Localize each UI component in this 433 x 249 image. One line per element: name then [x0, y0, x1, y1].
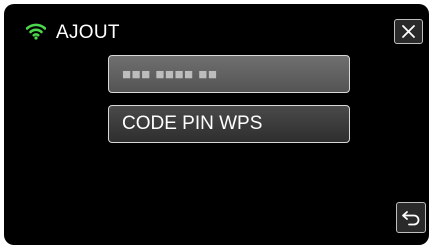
return-icon [402, 210, 420, 225]
masked-label: ■■■ ■■■■ ■■ [122, 65, 218, 83]
wifi-icon [26, 23, 46, 40]
camera-screen: AJOUT ■■■ ■■■■ ■■ CODE PIN WPS [4, 4, 429, 245]
close-button[interactable] [394, 19, 423, 44]
page-title: AJOUT [56, 22, 120, 43]
close-icon [402, 25, 415, 38]
list-item-masked-name[interactable]: ■■■ ■■■■ ■■ [108, 55, 350, 93]
wps-pin-code-button[interactable]: CODE PIN WPS [108, 105, 350, 143]
wps-pin-code-label: CODE PIN WPS [122, 113, 263, 134]
header: AJOUT [56, 22, 120, 44]
back-button[interactable] [396, 202, 426, 233]
